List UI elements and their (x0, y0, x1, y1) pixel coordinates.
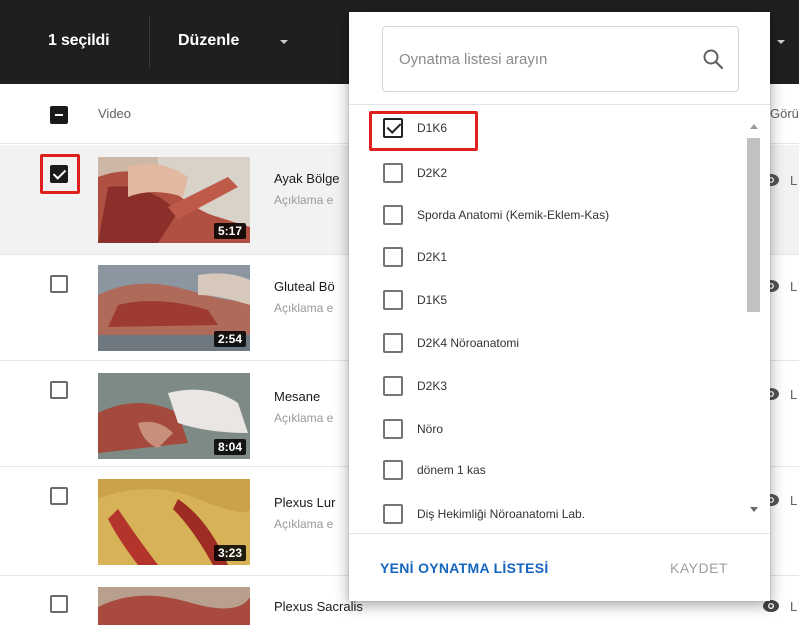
scroll-down-icon[interactable] (750, 507, 758, 512)
video-thumbnail[interactable] (98, 587, 250, 625)
toolbar-divider (149, 16, 150, 68)
playlist-label: dönem 1 kas (417, 463, 486, 477)
playlist-label: Nöro (417, 422, 444, 436)
visibility-label: L (790, 387, 798, 402)
playlist-label: D2K4 Nöroanatomi (417, 336, 520, 350)
playlist-checkbox[interactable] (383, 290, 403, 310)
playlist-item[interactable]: D2K4 Nöroanatomi (383, 330, 743, 358)
highlight-box (40, 154, 80, 194)
divider (349, 533, 770, 534)
new-playlist-button[interactable]: YENİ OYNATMA LİSTESİ (380, 560, 549, 576)
visibility-label: L (790, 173, 798, 188)
playlist-item[interactable]: D2K2 (383, 160, 743, 188)
playlist-item[interactable]: D1K5 (383, 287, 743, 315)
playlist-checkbox[interactable] (383, 163, 403, 183)
playlist-label: D2K2 (417, 166, 448, 180)
search-icon[interactable] (701, 47, 725, 71)
playlist-item[interactable]: Diş Hekimliği Nöroanatomi Lab. (383, 501, 743, 525)
playlist-checkbox[interactable] (383, 460, 403, 480)
playlist-item[interactable]: Sporda Anatomi (Kemik-Eklem-Kas) (383, 202, 743, 230)
video-thumbnail[interactable]: 2:54 (98, 265, 250, 351)
row-checkbox[interactable] (50, 275, 68, 293)
eye-icon (763, 600, 779, 612)
playlist-popup: D1K6 D2K2 Sporda Anatomi (Kemik-Eklem-Ka… (349, 12, 770, 601)
video-thumbnail[interactable]: 3:23 (98, 479, 250, 565)
video-thumbnail[interactable]: 5:17 (98, 157, 250, 243)
scrollbar-thumb[interactable] (747, 138, 760, 312)
edit-dropdown-icon[interactable] (280, 40, 288, 44)
playlist-label: D1K5 (417, 293, 448, 307)
playlist-search-input[interactable] (399, 47, 679, 71)
more-dropdown-icon[interactable] (777, 40, 785, 44)
save-button[interactable]: KAYDET (670, 560, 728, 576)
visibility-label: L (790, 279, 798, 294)
video-title[interactable]: Plexus Sacralis (274, 599, 363, 614)
video-description[interactable]: Açıklama e (274, 411, 333, 425)
video-duration: 2:54 (213, 331, 246, 347)
video-title[interactable]: Plexus Lur (274, 495, 335, 510)
playlist-checkbox[interactable] (383, 333, 403, 353)
playlist-search-box[interactable] (382, 26, 739, 92)
video-description[interactable]: Açıklama e (274, 517, 333, 531)
highlight-box (369, 111, 478, 151)
video-title[interactable]: Ayak Bölge (274, 171, 340, 186)
video-duration: 5:17 (213, 223, 246, 239)
video-duration: 8:04 (213, 439, 246, 455)
playlist-label: Sporda Anatomi (Kemik-Eklem-Kas) (417, 208, 610, 222)
playlist-checkbox[interactable] (383, 504, 403, 524)
video-column-header: Video (98, 106, 132, 121)
playlist-label: D2K3 (417, 379, 448, 393)
playlist-checkbox[interactable] (383, 376, 403, 396)
row-checkbox[interactable] (50, 381, 68, 399)
edit-button[interactable]: Düzenle (178, 32, 239, 50)
selected-count: 1 seçildi (48, 32, 110, 49)
playlist-item[interactable]: Nöro (383, 416, 743, 444)
row-checkbox[interactable] (50, 595, 68, 613)
playlist-checkbox[interactable] (383, 205, 403, 225)
row-checkbox[interactable] (50, 487, 68, 505)
video-duration: 3:23 (213, 545, 246, 561)
video-description[interactable]: Açıklama e (274, 193, 333, 207)
select-all-checkbox[interactable] (50, 106, 68, 124)
visibility-label: L (790, 493, 798, 508)
playlist-list: D1K6 D2K2 Sporda Anatomi (Kemik-Eklem-Ka… (349, 105, 749, 525)
playlist-checkbox[interactable] (383, 419, 403, 439)
playlist-label: Diş Hekimliği Nöroanatomi Lab. (417, 507, 586, 521)
playlist-checkbox[interactable] (383, 247, 403, 267)
video-thumbnail[interactable]: 8:04 (98, 373, 250, 459)
visibility-column-header: Görün (770, 106, 799, 121)
scroll-up-icon[interactable] (750, 124, 758, 129)
playlist-item[interactable]: D2K1 (383, 244, 743, 272)
video-description[interactable]: Açıklama e (274, 301, 333, 315)
playlist-item[interactable]: dönem 1 kas (383, 457, 743, 485)
video-title[interactable]: Mesane (274, 389, 320, 404)
playlist-label: D2K1 (417, 250, 448, 264)
visibility-label: L (790, 599, 798, 614)
playlist-item[interactable]: D2K3 (383, 373, 743, 401)
video-title[interactable]: Gluteal Bö (274, 279, 335, 294)
